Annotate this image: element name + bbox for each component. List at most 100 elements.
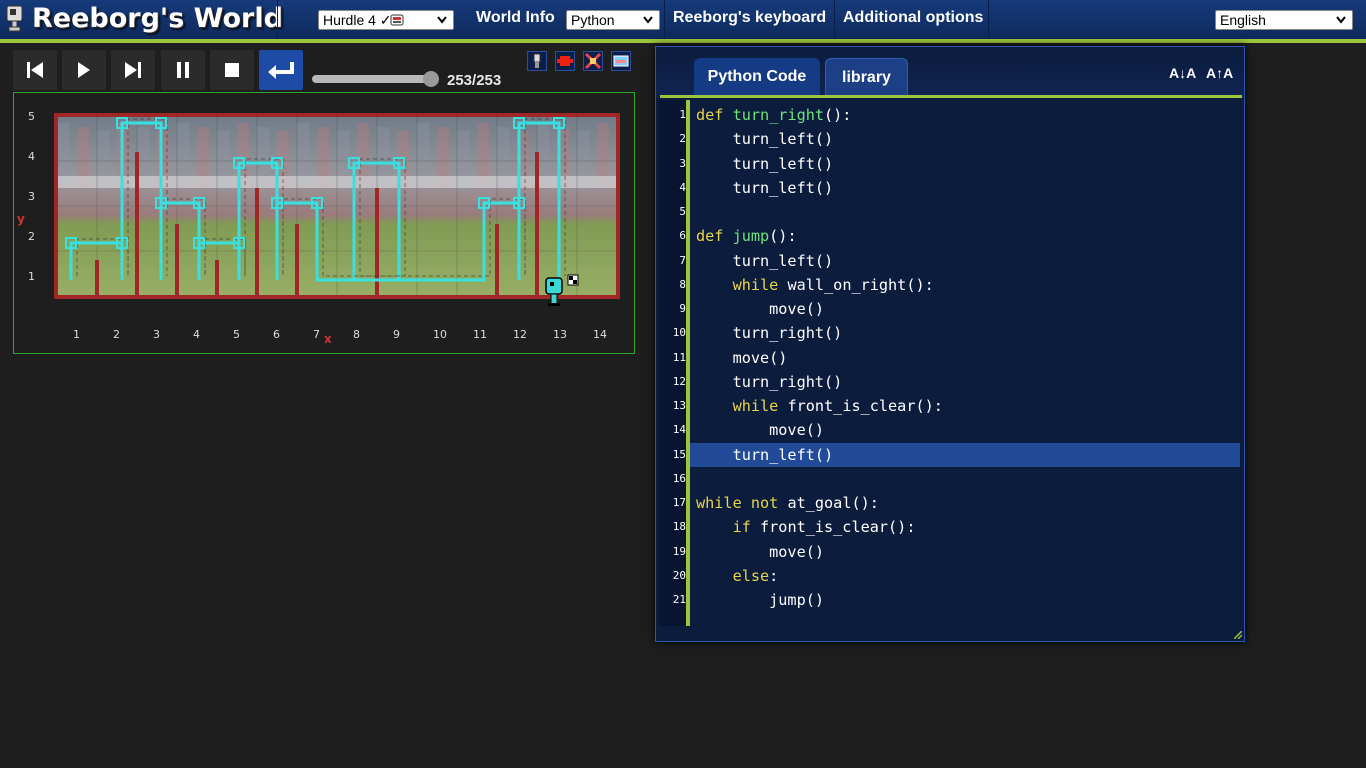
chevron-down-icon	[437, 16, 447, 24]
code-token: def	[696, 106, 733, 124]
code-line[interactable]: jump()	[690, 588, 1240, 612]
code-line[interactable]: while front_is_clear():	[690, 394, 1240, 418]
code-line[interactable]: turn_left()	[690, 127, 1240, 151]
reload-button[interactable]	[13, 50, 57, 90]
code-area[interactable]: def turn_right(): turn_left() turn_left(…	[690, 100, 1240, 626]
hurdle-wall	[495, 224, 499, 296]
world-info-link[interactable]: World Info	[476, 9, 555, 27]
code-line[interactable]: while not at_goal():	[690, 491, 1240, 515]
code-token: move()	[696, 348, 788, 367]
code-token: wall_on_right():	[787, 275, 934, 294]
code-line[interactable]	[690, 467, 1240, 491]
code-line[interactable]: turn_right()	[690, 370, 1240, 394]
code-line[interactable]: while wall_on_right():	[690, 273, 1240, 297]
header-accent-line	[0, 39, 1366, 43]
resize-grip-icon[interactable]	[1234, 631, 1242, 639]
top-bar: Reeborg's World Hurdle 4 ✓ World Info Py…	[0, 0, 1366, 40]
x-tick-label: 7	[313, 328, 320, 341]
world-edit-icon[interactable]	[555, 51, 575, 71]
code-line[interactable]	[690, 200, 1240, 224]
x-tick-label: 1	[73, 328, 80, 341]
language-select[interactable]: Python	[566, 10, 660, 30]
code-token: not	[750, 494, 788, 512]
highlight-icon[interactable]	[583, 51, 603, 71]
code-token: ():	[824, 106, 852, 124]
x-tick-label: 10	[433, 328, 447, 341]
code-token: at_goal():	[787, 494, 879, 512]
code-token: front_is_clear():	[787, 397, 943, 415]
code-token: def	[696, 227, 733, 246]
code-token: :	[769, 566, 779, 585]
hurdle-wall	[295, 224, 299, 296]
code-token: else	[732, 566, 770, 585]
header-divider	[277, 0, 278, 39]
code-token: while	[696, 494, 751, 512]
font-decrease-button[interactable]: A↓A	[1169, 65, 1196, 81]
tab-accent-line	[660, 95, 1242, 98]
code-line[interactable]: def jump():	[690, 224, 1240, 248]
font-decrease-label: A↓A	[1169, 65, 1197, 81]
world-select[interactable]: Hurdle 4 ✓	[318, 10, 454, 30]
stop-icon	[225, 63, 239, 77]
stop-button[interactable]	[210, 50, 254, 90]
x-tick-label: 12	[513, 328, 527, 341]
code-token: while	[732, 397, 788, 415]
speed-slider-thumb[interactable]	[423, 71, 439, 87]
x-tick-label: 4	[193, 328, 200, 341]
font-increase-button[interactable]: A↑A	[1206, 65, 1233, 81]
code-line[interactable]: if front_is_clear():	[690, 515, 1240, 539]
header-divider	[664, 0, 665, 39]
robot-eye-icon	[550, 282, 554, 286]
code-line[interactable]: turn_right()	[690, 321, 1240, 345]
goal-flag-icon	[569, 276, 573, 280]
x-tick-label: 8	[353, 328, 360, 341]
code-token: turn_right()	[696, 372, 843, 391]
tab-python-code[interactable]: Python Code	[694, 58, 820, 96]
code-line[interactable]: else:	[690, 564, 1240, 588]
code-line[interactable]: move()	[690, 297, 1240, 321]
code-line[interactable]: turn_left()	[690, 152, 1240, 176]
code-line[interactable]: def turn_right():	[690, 103, 1240, 127]
robot-edit-icon[interactable]	[527, 51, 547, 71]
keyboard-link[interactable]: Reeborg's keyboard	[673, 9, 826, 27]
header-divider	[834, 0, 835, 39]
code-line[interactable]: turn_left()	[690, 176, 1240, 200]
step-button[interactable]	[111, 50, 155, 90]
return-button[interactable]	[259, 50, 303, 90]
code-token: turn_left()	[696, 251, 834, 270]
y-tick-label: 3	[28, 190, 35, 203]
y-axis-label: y	[17, 212, 25, 226]
y-tick-label: 1	[28, 270, 35, 283]
x-tick-label: 9	[393, 328, 400, 341]
x-tick-label: 11	[473, 328, 487, 341]
code-token: turn_right()	[696, 324, 843, 343]
robot-face-icon	[390, 14, 404, 26]
hurdle-wall	[95, 260, 99, 296]
code-line[interactable]: turn_left()	[690, 442, 1240, 467]
line-number-gutter: 1 2 3 4 5 6 7 8 9 10 11 12 13 14 15 16 17 18 19 20 21	[659, 100, 689, 626]
world-view-icon[interactable]	[611, 51, 631, 71]
x-tick-label: 3	[153, 328, 160, 341]
additional-options-link[interactable]: Additional options	[843, 9, 983, 27]
x-tick-label: 14	[593, 328, 607, 341]
code-line[interactable]: move()	[690, 418, 1240, 442]
y-tick-label: 2	[28, 230, 35, 243]
y-tick-label: 4	[28, 150, 35, 163]
ui-language-select[interactable]: English	[1215, 10, 1353, 30]
world-canvas[interactable]: 1 2 3 4 5 6 7 8 9 10 11 12 13 1412345yx	[14, 93, 634, 353]
speed-slider-track[interactable]	[312, 75, 438, 83]
code-line[interactable]: move()	[690, 346, 1240, 370]
run-button[interactable]	[62, 50, 106, 90]
code-line[interactable]: turn_left()	[690, 249, 1240, 273]
code-token: ():	[769, 227, 797, 246]
pause-button[interactable]	[161, 50, 205, 90]
code-token: front_is_clear():	[760, 518, 916, 537]
tab-library[interactable]: library	[825, 58, 908, 96]
code-token: while	[732, 275, 788, 294]
return-icon	[268, 62, 294, 79]
code-line[interactable]: move()	[690, 540, 1240, 564]
editor-tab-bar: Python Code library A↓A A↑A	[656, 47, 1244, 97]
